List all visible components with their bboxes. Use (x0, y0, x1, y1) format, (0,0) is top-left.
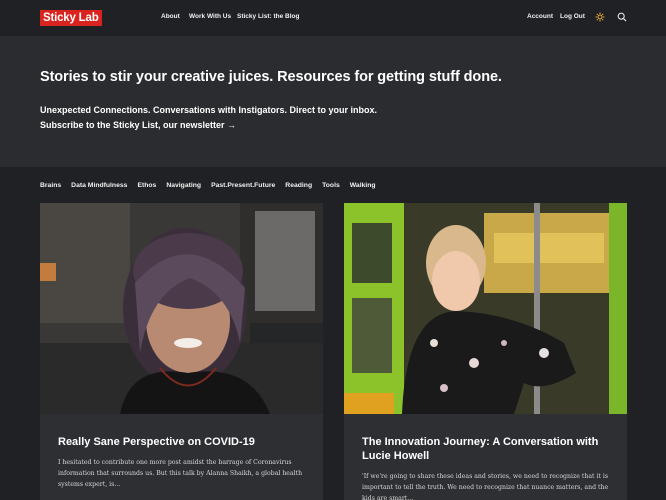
category-brains[interactable]: Brains (40, 181, 61, 191)
hero-section: Stories to stir your creative juices. Re… (0, 36, 666, 167)
category-past-present-future[interactable]: Past.Present.Future (211, 181, 275, 191)
hero-title: Stories to stir your creative juices. Re… (40, 69, 502, 85)
category-data-mindfulness[interactable]: Data Mindfulness (71, 181, 127, 191)
nav-sticky-list-blog[interactable]: Sticky List: the Blog (237, 12, 299, 22)
search-icon[interactable] (617, 12, 627, 22)
logout-link[interactable]: Log Out (560, 12, 585, 22)
category-ethos[interactable]: Ethos (137, 181, 156, 191)
post-card[interactable]: The Innovation Journey: A Conversation w… (344, 203, 627, 500)
category-reading[interactable]: Reading (285, 181, 312, 191)
sun-icon[interactable] (595, 12, 605, 22)
post-excerpt: I hesitated to contribute one more post … (58, 459, 303, 488)
category-walking[interactable]: Walking (350, 181, 376, 191)
hero-subtitle: Unexpected Connections. Conversations wi… (40, 105, 378, 115)
nav-about[interactable]: About (161, 12, 180, 22)
post-excerpt: 'If we're going to share these ideas and… (362, 473, 609, 500)
nav-work-with-us[interactable]: Work With Us (189, 12, 231, 22)
post-title[interactable]: Really Sane Perspective on COVID-19 (58, 435, 308, 449)
sticky-lab-logo[interactable]: Sticky Lab (40, 10, 102, 26)
account-link[interactable]: Account (527, 12, 553, 22)
newsletter-subscribe-link[interactable]: Subscribe to the Sticky List, our newsle… (40, 120, 236, 130)
category-filter-bar: Brains Data Mindfulness Ethos Navigating… (40, 181, 376, 191)
post-photo-woman-in-bus[interactable] (344, 203, 627, 414)
category-tools[interactable]: Tools (322, 181, 340, 191)
category-navigating[interactable]: Navigating (166, 181, 201, 191)
top-navigation-bar: Sticky Lab About Work With Us Sticky Lis… (0, 0, 666, 36)
post-title[interactable]: The Innovation Journey: A Conversation w… (362, 435, 612, 463)
post-photo-woman-dark-hair[interactable] (40, 203, 323, 414)
post-card[interactable]: Really Sane Perspective on COVID-19 I he… (40, 203, 323, 500)
